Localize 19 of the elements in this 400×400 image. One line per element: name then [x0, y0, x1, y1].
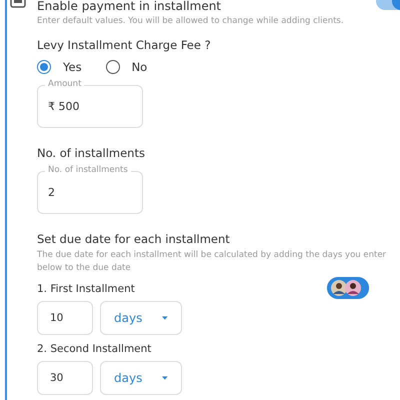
avatar-group-icon[interactable]	[327, 277, 369, 299]
section-title: Enable payment in installment	[37, 0, 222, 14]
unit-dropdown[interactable]: days	[100, 301, 182, 335]
caret-icon	[162, 376, 168, 380]
installment-label: 2. Second Installment	[37, 343, 152, 355]
radio-option[interactable]: No	[106, 60, 148, 74]
days-field[interactable]: 10	[37, 301, 93, 335]
unit-dropdown[interactable]: days	[100, 361, 182, 395]
field-label: No. of installments	[45, 165, 131, 175]
radio-option[interactable]: Yes	[37, 60, 82, 74]
caret-icon	[162, 316, 168, 320]
installment-label: 1. First Installment	[37, 283, 135, 295]
section-heading: Set due date for each installment	[37, 232, 231, 246]
days-field[interactable]: 30	[37, 361, 93, 395]
hint-text: The due date for each installment will be calculated by adding the days you enter below to the due date	[37, 250, 386, 273]
field-label: Amount	[45, 79, 84, 89]
question-label: Levy Installment Charge Fee ?	[37, 38, 212, 52]
section-subtitle: Enter default values. You will be allowed to change while adding clients.	[37, 16, 345, 26]
field-heading: No. of installments	[37, 146, 146, 160]
